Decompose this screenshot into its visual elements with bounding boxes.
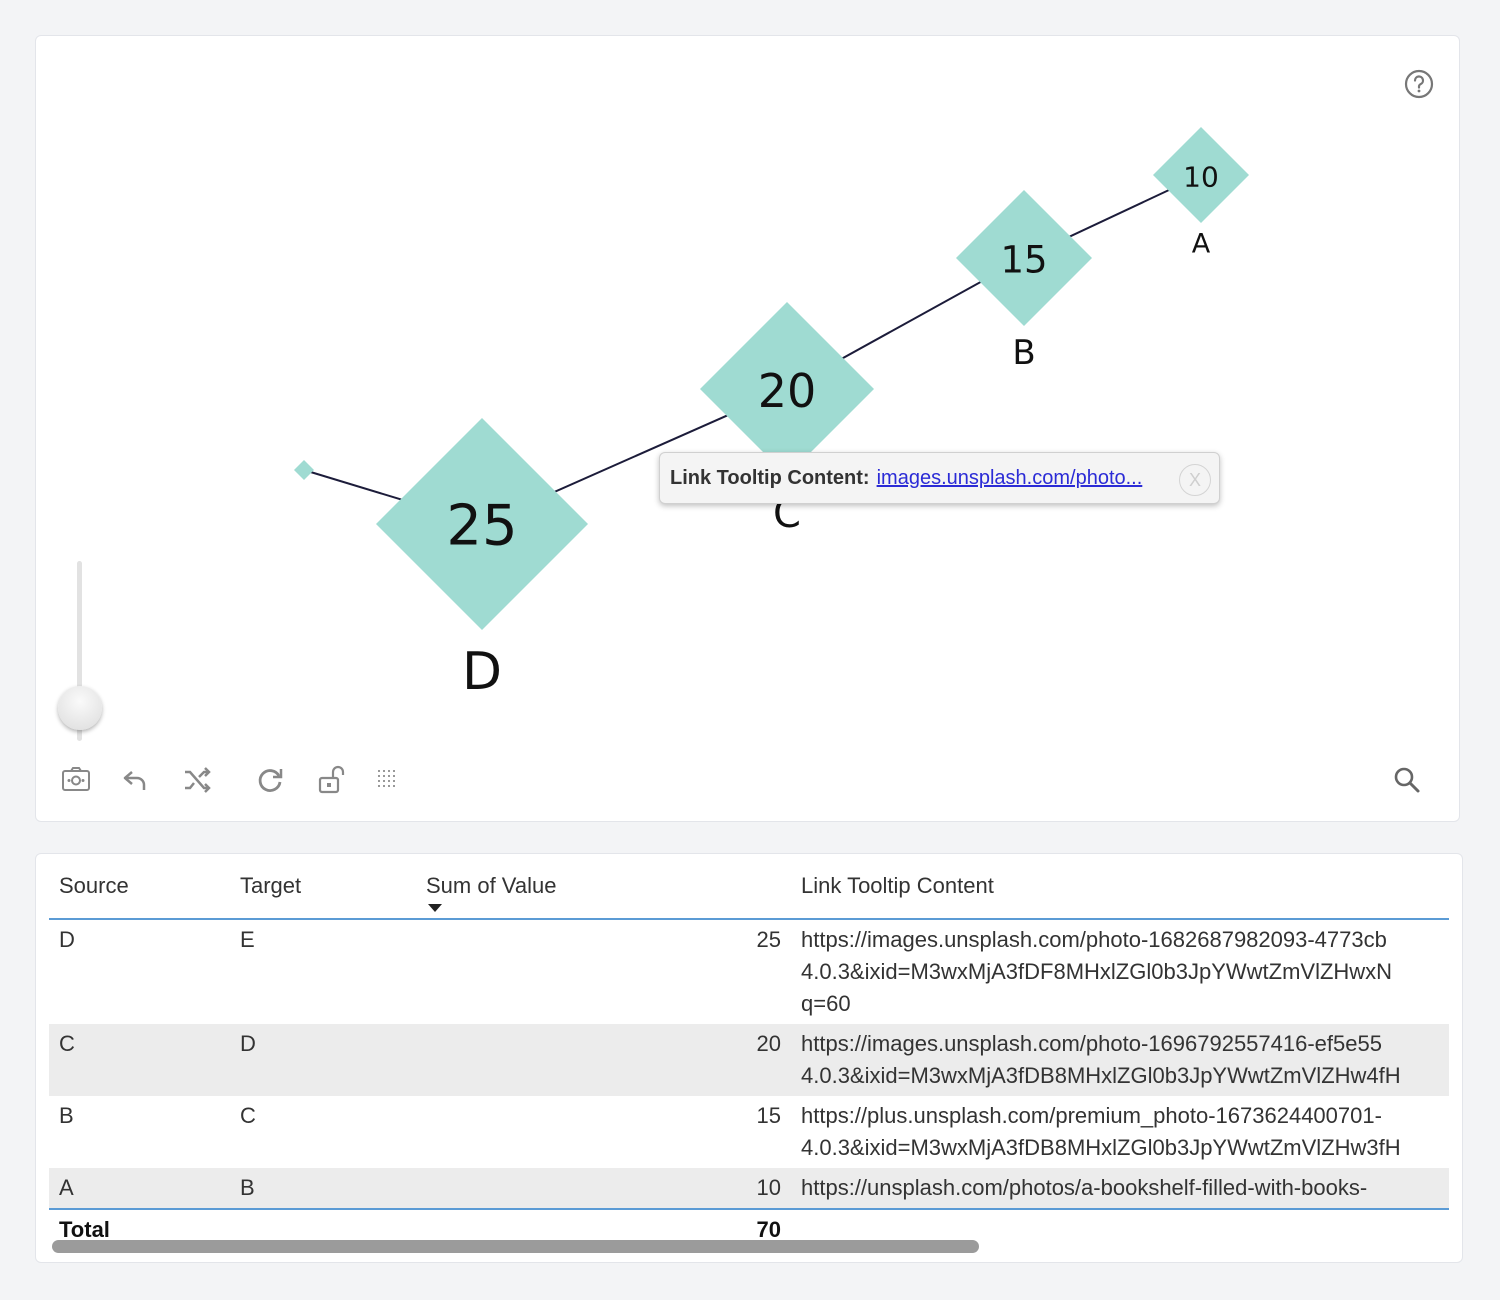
node-name-label: A: [1192, 229, 1211, 260]
data-table: Source Target Sum of Value Link Tooltip …: [49, 854, 1449, 1254]
screenshot-icon[interactable]: [60, 764, 92, 796]
tooltip-label: Link Tooltip Content:: [670, 466, 870, 489]
cell-source: A: [49, 1168, 230, 1210]
cell-value: 10: [416, 1168, 791, 1210]
network-graph-panel: 25 D 20 C 15 B 10 A Link Tooltip Content: image…: [35, 35, 1460, 822]
link-tooltip: Link Tooltip Content: images.unsplash.co…: [659, 452, 1220, 504]
column-header-target[interactable]: Target: [230, 854, 416, 920]
column-header-link-tooltip-content[interactable]: Link Tooltip Content: [791, 854, 1449, 920]
cell-tooltip: https://unsplash.com/photos/a-bookshelf-…: [791, 1168, 1449, 1210]
cell-target: E: [240, 927, 255, 952]
node-value-label: 20: [758, 364, 817, 418]
column-header-label: Sum of Value: [426, 873, 557, 898]
cell-source: D: [59, 927, 75, 952]
cell-tooltip: https://images.unsplash.com/photo-169679…: [791, 1024, 1449, 1096]
tooltip-close-button[interactable]: X: [1179, 464, 1211, 496]
horizontal-scrollbar[interactable]: [52, 1240, 979, 1253]
node-D[interactable]: 25 D: [376, 418, 588, 702]
tooltip-link[interactable]: images.unsplash.com/photo...: [877, 467, 1143, 490]
zoom-slider-handle[interactable]: [58, 686, 102, 730]
node-name-label: B: [1012, 333, 1035, 373]
cell-value: 20: [416, 1024, 791, 1096]
table-row: D E 25 https://images.unsplash.com/photo…: [49, 919, 1449, 1024]
table-visual: Source Target Sum of Value Link Tooltip …: [35, 853, 1463, 1263]
unlock-icon[interactable]: [316, 764, 348, 796]
table-row: B C 15 https://plus.unsplash.com/premium…: [49, 1096, 1449, 1168]
column-header-source[interactable]: Source: [49, 854, 230, 920]
node-name-label: D: [462, 642, 502, 702]
cell-source: B: [59, 1103, 74, 1128]
column-header-sum-of-value[interactable]: Sum of Value: [416, 854, 791, 920]
node-value-label: 25: [446, 494, 517, 559]
node-value-label: 15: [1000, 239, 1047, 282]
cell-source: C: [49, 1024, 230, 1096]
sort-descending-icon: [428, 904, 442, 912]
undo-icon[interactable]: [120, 764, 152, 796]
cell-target: B: [230, 1168, 416, 1210]
cell-target: C: [240, 1103, 256, 1128]
table-header-row: Source Target Sum of Value Link Tooltip …: [49, 854, 1449, 920]
search-icon[interactable]: [1391, 764, 1423, 796]
cell-target: D: [230, 1024, 416, 1096]
grid-icon[interactable]: [372, 764, 404, 796]
node-A[interactable]: 10 A: [1153, 127, 1249, 260]
table-row: C D 20 https://images.unsplash.com/photo…: [49, 1024, 1449, 1096]
cell-tooltip: https://plus.unsplash.com/premium_photo-…: [801, 1103, 1401, 1160]
node-B[interactable]: 15 B: [956, 190, 1092, 373]
refresh-icon[interactable]: [254, 764, 286, 796]
node-value-label: 10: [1183, 161, 1219, 194]
network-graph-canvas[interactable]: 25D20C15B10A: [36, 36, 1461, 756]
cell-tooltip: https://images.unsplash.com/photo-168268…: [801, 927, 1393, 1016]
node-E[interactable]: [294, 460, 314, 480]
node-shape[interactable]: [294, 460, 314, 480]
shuffle-icon[interactable]: [181, 764, 213, 796]
cell-value: 25: [756, 927, 781, 952]
table-row: A B 10 https://unsplash.com/photos/a-boo…: [49, 1168, 1449, 1210]
cell-value: 15: [756, 1103, 781, 1128]
